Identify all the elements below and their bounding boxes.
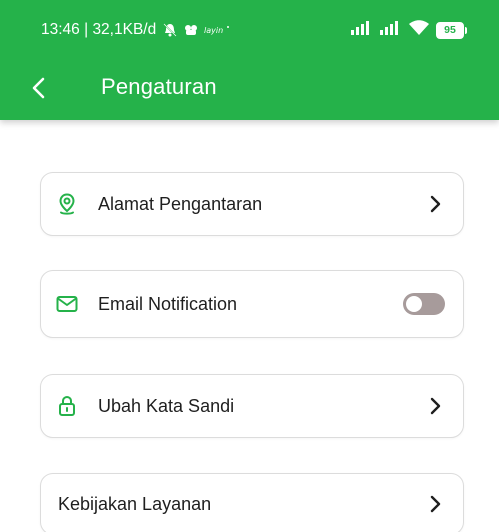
settings-item-email-notification[interactable]: Email Notification bbox=[40, 270, 464, 338]
settings-item-delivery-address[interactable]: Alamat Pengantaran bbox=[40, 172, 464, 236]
signal-icon bbox=[351, 20, 373, 40]
location-pin-icon bbox=[55, 192, 79, 216]
status-right: 95 bbox=[351, 19, 467, 41]
wifi-icon bbox=[409, 19, 429, 41]
status-bar: 13:46 | 32,1KB/d layin 95 bbox=[0, 0, 499, 60]
mail-icon bbox=[55, 292, 79, 316]
app-header: 13:46 | 32,1KB/d layin 95 Pengaturan bbox=[0, 0, 499, 120]
lock-icon bbox=[55, 394, 79, 418]
status-left: 13:46 | 32,1KB/d layin bbox=[41, 21, 230, 39]
battery-icon: 95 bbox=[436, 21, 467, 39]
settings-item-change-password[interactable]: Ubah Kata Sandi bbox=[40, 374, 464, 438]
signal-icon bbox=[380, 20, 402, 40]
svg-text:layin: layin bbox=[204, 26, 223, 35]
app-notification-icon bbox=[184, 23, 198, 37]
back-button[interactable] bbox=[24, 73, 54, 103]
chevron-right-icon bbox=[425, 396, 445, 416]
email-notification-toggle[interactable] bbox=[403, 293, 445, 315]
app-bar: Pengaturan bbox=[0, 60, 499, 118]
page-title: Pengaturan bbox=[101, 74, 217, 99]
chevron-left-icon bbox=[32, 77, 45, 99]
toggle-knob bbox=[406, 296, 422, 312]
settings-item-label: Kebijakan Layanan bbox=[58, 493, 212, 514]
battery-level: 95 bbox=[436, 21, 464, 39]
status-time: 13:46 | 32,1KB/d bbox=[41, 21, 157, 38]
chevron-right-icon bbox=[425, 194, 445, 214]
settings-item-label: Alamat Pengantaran bbox=[98, 193, 263, 214]
settings-item-label: Ubah Kata Sandi bbox=[98, 395, 235, 416]
app-notification-icon: layin bbox=[204, 24, 230, 36]
chevron-right-icon bbox=[425, 494, 445, 514]
settings-item-label: Email Notification bbox=[98, 293, 238, 314]
mute-icon bbox=[162, 22, 178, 38]
settings-item-service-policy[interactable]: Kebijakan Layanan bbox=[40, 473, 464, 532]
